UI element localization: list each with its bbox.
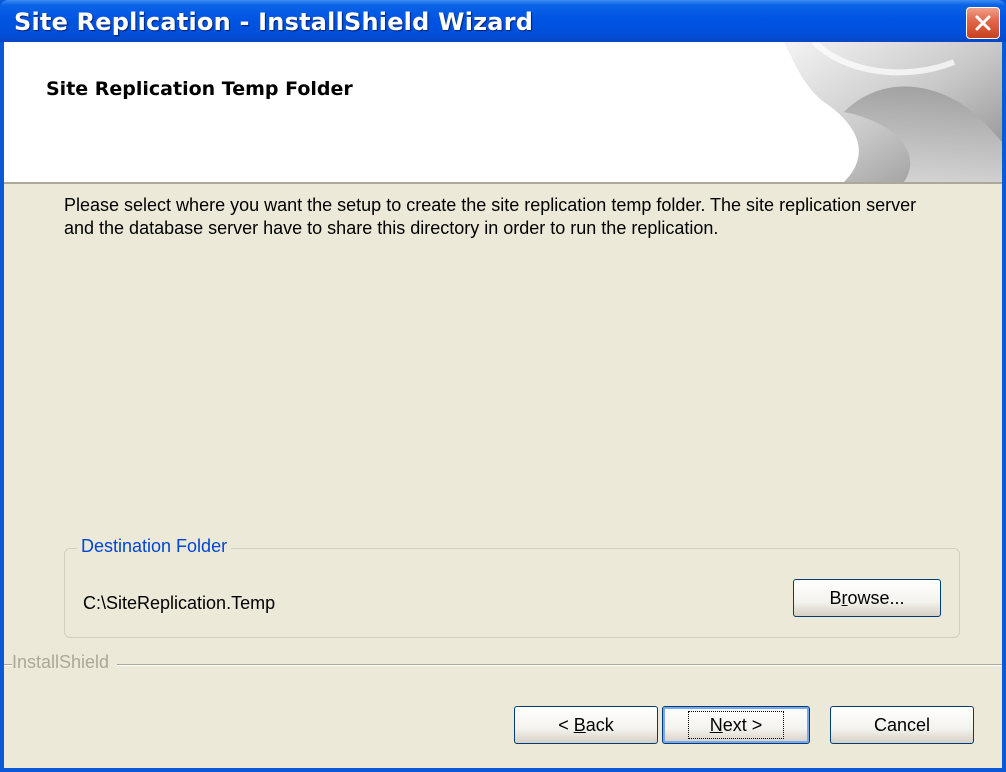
description-text: Please select where you want the setup t… xyxy=(64,195,917,238)
destination-folder-legend: Destination Folder xyxy=(77,536,232,557)
next-button[interactable]: Next > xyxy=(662,706,810,744)
footer-separator xyxy=(4,664,1002,666)
installer-window: Site Replication - InstallShield Wizard … xyxy=(0,0,1006,772)
browse-button[interactable]: Browse... xyxy=(793,579,941,617)
destination-path: C:\SiteReplication.Temp xyxy=(83,593,276,613)
wizard-body: Site Replication Temp Folder Please sele… xyxy=(4,42,1002,768)
destination-folder-group: Destination Folder C:\SiteReplication.Te… xyxy=(64,536,960,638)
close-icon xyxy=(975,15,991,31)
installshield-banner-icon xyxy=(784,42,1002,182)
title-bar[interactable]: Site Replication - InstallShield Wizard xyxy=(0,0,1006,42)
installshield-brand: InstallShield xyxy=(12,652,118,673)
page-title: Site Replication Temp Folder xyxy=(46,78,353,100)
wizard-header: Site Replication Temp Folder xyxy=(4,42,1002,184)
window-title: Site Replication - InstallShield Wizard xyxy=(14,8,534,36)
back-button[interactable]: < Back xyxy=(514,706,658,744)
close-button[interactable] xyxy=(966,7,1000,39)
cancel-button[interactable]: Cancel xyxy=(830,706,974,744)
